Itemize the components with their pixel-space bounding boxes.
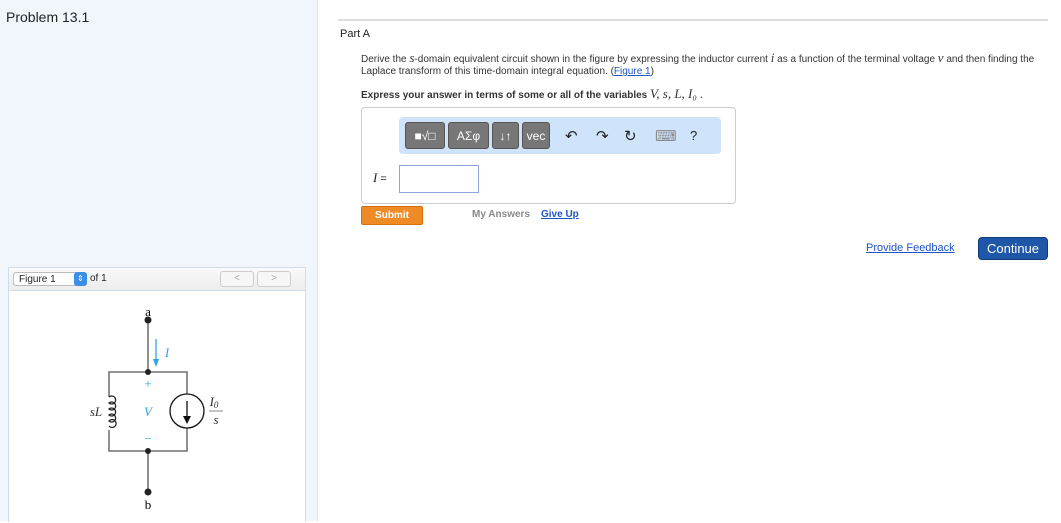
wire-left-top (108, 371, 148, 397)
figure-viewer: Figure 1 ⇕ of 1 < > a b I + V − sL I0 s (8, 267, 306, 522)
figure-panel: Problem 13.1 Figure 1 ⇕ of 1 < > a b I + … (0, 0, 318, 522)
chevron-updown-icon: ⇕ (74, 272, 87, 286)
vec-button[interactable]: vec (522, 122, 550, 149)
give-up-link[interactable]: Give Up (541, 209, 579, 220)
reset-icon[interactable]: ↻ (624, 127, 637, 145)
instructions: Express your answer in terms of some or … (361, 86, 704, 101)
figure-header: Figure 1 ⇕ of 1 < > (9, 268, 305, 291)
figure-select-value: Figure 1 (19, 274, 56, 285)
figure-count: of 1 (90, 273, 107, 284)
answer-label: I = (373, 170, 387, 185)
label-voltage: V (144, 404, 154, 419)
inductor (108, 395, 117, 429)
label-sL: sL (90, 404, 102, 419)
math-toolbar: ■√□ ΑΣφ ↓↑ vec ↶ ↷ ↻ ⌨ ? (399, 117, 721, 154)
problem-title: Problem 13.1 (6, 9, 90, 25)
label-current: I (164, 345, 170, 360)
next-figure-button[interactable]: > (257, 271, 291, 287)
greek-button[interactable]: ΑΣφ (448, 122, 489, 149)
label-s: s (213, 412, 218, 427)
question-text: Derive the s-domain equivalent circuit s… (361, 50, 1035, 77)
prev-figure-button[interactable]: < (220, 271, 254, 287)
node-bottom (145, 448, 151, 454)
divider (338, 19, 1048, 21)
circuit-diagram: a b I + V − sL I0 s (90, 304, 223, 512)
label-I0: I0 (209, 394, 219, 410)
part-title: Part A (340, 28, 370, 40)
figure-select[interactable]: Figure 1 ⇕ (13, 272, 87, 286)
answer-input[interactable] (399, 165, 479, 193)
label-minus: − (144, 431, 151, 446)
source-arrow-icon (183, 416, 191, 424)
template-button[interactable]: ■√□ (405, 122, 445, 149)
answer-box: ■√□ ΑΣφ ↓↑ vec ↶ ↷ ↻ ⌨ ? I = (361, 107, 736, 204)
label-a: a (145, 304, 151, 319)
arrows-button[interactable]: ↓↑ (492, 122, 519, 149)
redo-icon[interactable]: ↷ (596, 127, 609, 145)
continue-button[interactable]: Continue (978, 237, 1048, 260)
submit-button[interactable]: Submit (361, 206, 423, 225)
keyboard-icon[interactable]: ⌨ (655, 127, 677, 145)
label-b: b (145, 497, 152, 512)
current-arrow-icon (153, 359, 159, 367)
node-b (144, 488, 152, 496)
provide-feedback-link[interactable]: Provide Feedback (866, 242, 955, 254)
my-answers-link[interactable]: My Answers (472, 209, 530, 220)
figure-link[interactable]: Figure 1 (614, 66, 651, 77)
undo-icon[interactable]: ↶ (565, 127, 578, 145)
wire-right-top (148, 371, 188, 394)
label-plus: + (144, 376, 151, 391)
node-top (145, 369, 151, 375)
help-icon[interactable]: ? (690, 128, 697, 143)
